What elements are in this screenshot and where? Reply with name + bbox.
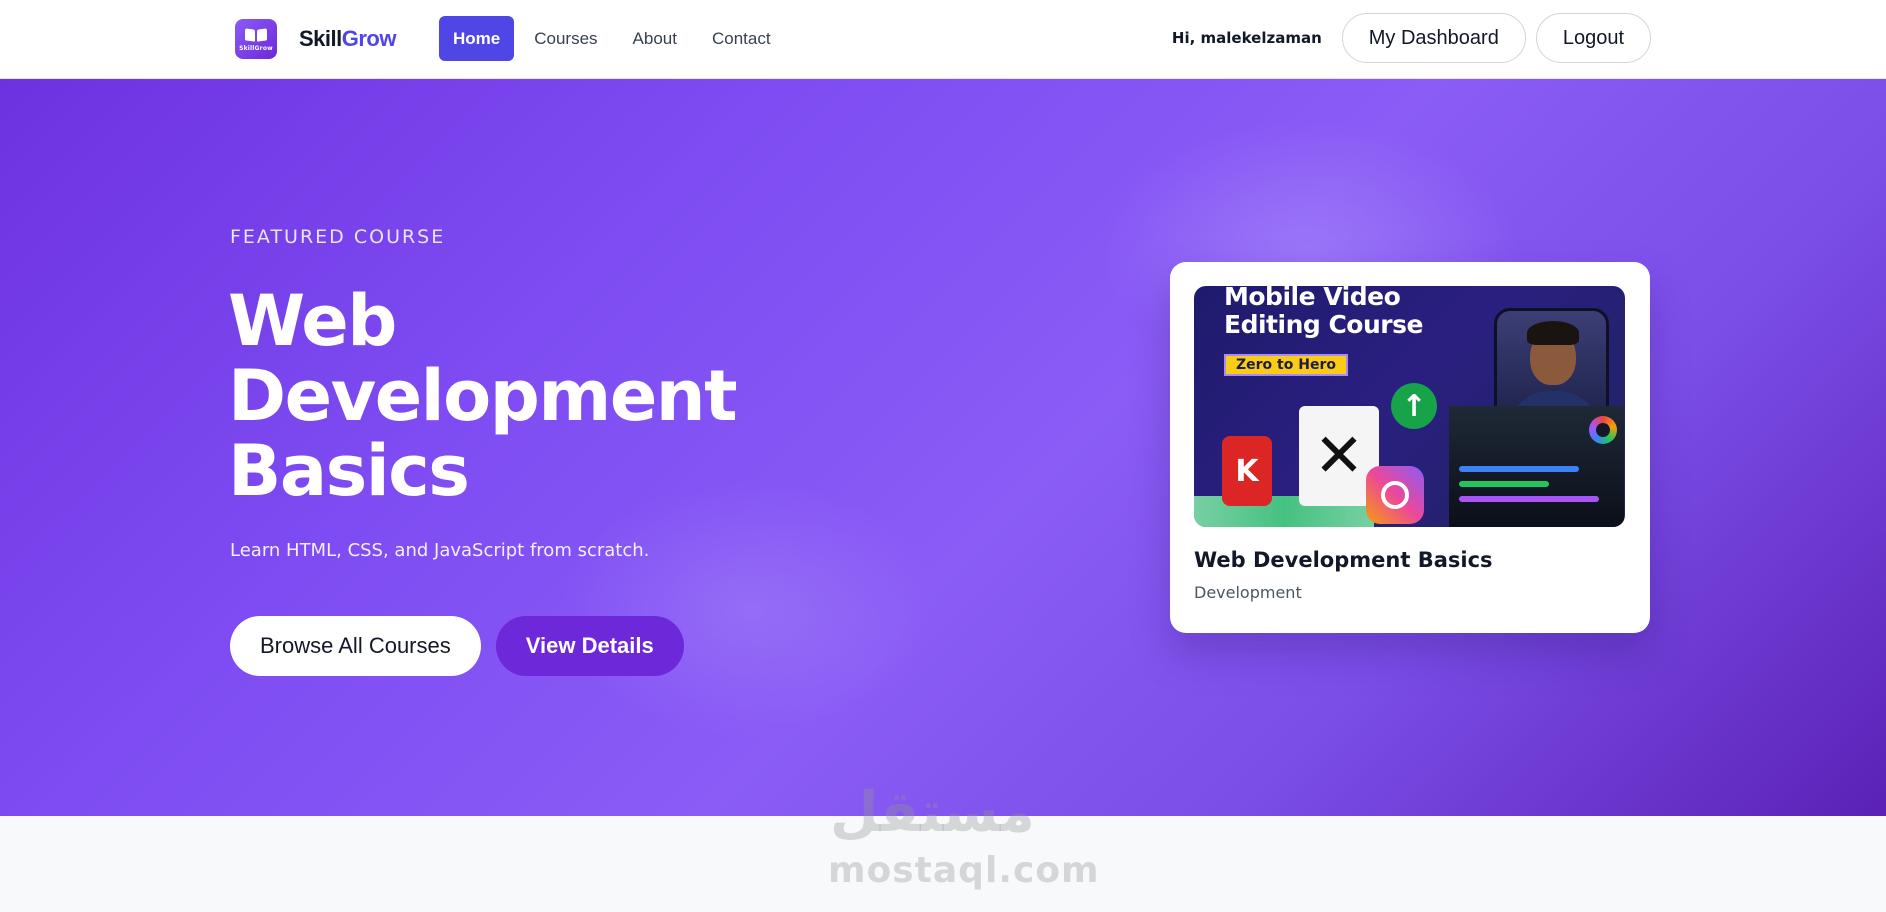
my-dashboard-button[interactable]: My Dashboard <box>1341 13 1526 63</box>
timeline-bar <box>1459 496 1599 502</box>
thumbnail-title-line1: Mobile Video <box>1224 286 1401 311</box>
view-details-button[interactable]: View Details <box>495 616 684 676</box>
brand[interactable]: SkillGrow SkillGrow <box>235 19 396 59</box>
thumbnail-title-line2: Editing Course <box>1224 310 1423 339</box>
course-category: Development <box>1194 583 1302 602</box>
course-thumbnail[interactable]: Mobile Video Editing Course Zero to Hero… <box>1194 286 1625 527</box>
browse-all-courses-button[interactable]: Browse All Courses <box>230 616 481 676</box>
watermark-latin: mostaql.com <box>828 850 1100 891</box>
video-editor-screenshot <box>1449 406 1624 527</box>
brand-name-part1: Skill <box>299 26 342 51</box>
hero-title: Web Development Basics <box>228 280 738 512</box>
hero-actions: Browse All Courses View Details <box>230 616 684 676</box>
nav-home[interactable]: Home <box>439 16 515 61</box>
hero-glow-secondary <box>560 479 940 739</box>
kinemaster-icon: K <box>1222 436 1272 506</box>
color-wheel-center <box>1596 423 1610 437</box>
top-navbar: SkillGrow SkillGrow Home Courses About C… <box>0 0 1886 79</box>
person-hair <box>1527 321 1579 345</box>
logo-mini-text: SkillGrow <box>239 44 273 52</box>
nav-courses[interactable]: Courses <box>534 16 597 61</box>
brand-name-part2: Grow <box>341 26 397 51</box>
timeline-bar <box>1459 481 1549 487</box>
nav-contact[interactable]: Contact <box>712 16 771 61</box>
thumbnail-tag: Zero to Hero <box>1224 354 1348 376</box>
user-area: Hi, malekelzaman My Dashboard Logout <box>1172 13 1651 63</box>
timeline-bar <box>1459 466 1579 472</box>
nav-about[interactable]: About <box>633 16 677 61</box>
hero-eyebrow: FEATURED COURSE <box>230 226 446 248</box>
instagram-icon <box>1366 466 1424 524</box>
main-nav: Home Courses About Contact <box>439 16 806 61</box>
book-icon <box>245 27 267 43</box>
brand-logo-icon: SkillGrow <box>235 19 277 59</box>
logout-button[interactable]: Logout <box>1535 13 1651 63</box>
user-greeting: Hi, malekelzaman <box>1171 29 1322 47</box>
watermark-arabic: مستقل <box>830 780 1035 845</box>
course-title[interactable]: Web Development Basics <box>1194 548 1493 572</box>
hero-section: FEATURED COURSE Web Development Basics L… <box>0 79 1886 816</box>
instagram-ring <box>1381 481 1409 509</box>
hero-subtitle: Learn HTML, CSS, and JavaScript from scr… <box>230 540 650 561</box>
arrow-up-icon: ↑ <box>1391 383 1437 429</box>
featured-course-card[interactable]: Mobile Video Editing Course Zero to Hero… <box>1170 262 1650 633</box>
brand-name: SkillGrow <box>299 26 396 52</box>
